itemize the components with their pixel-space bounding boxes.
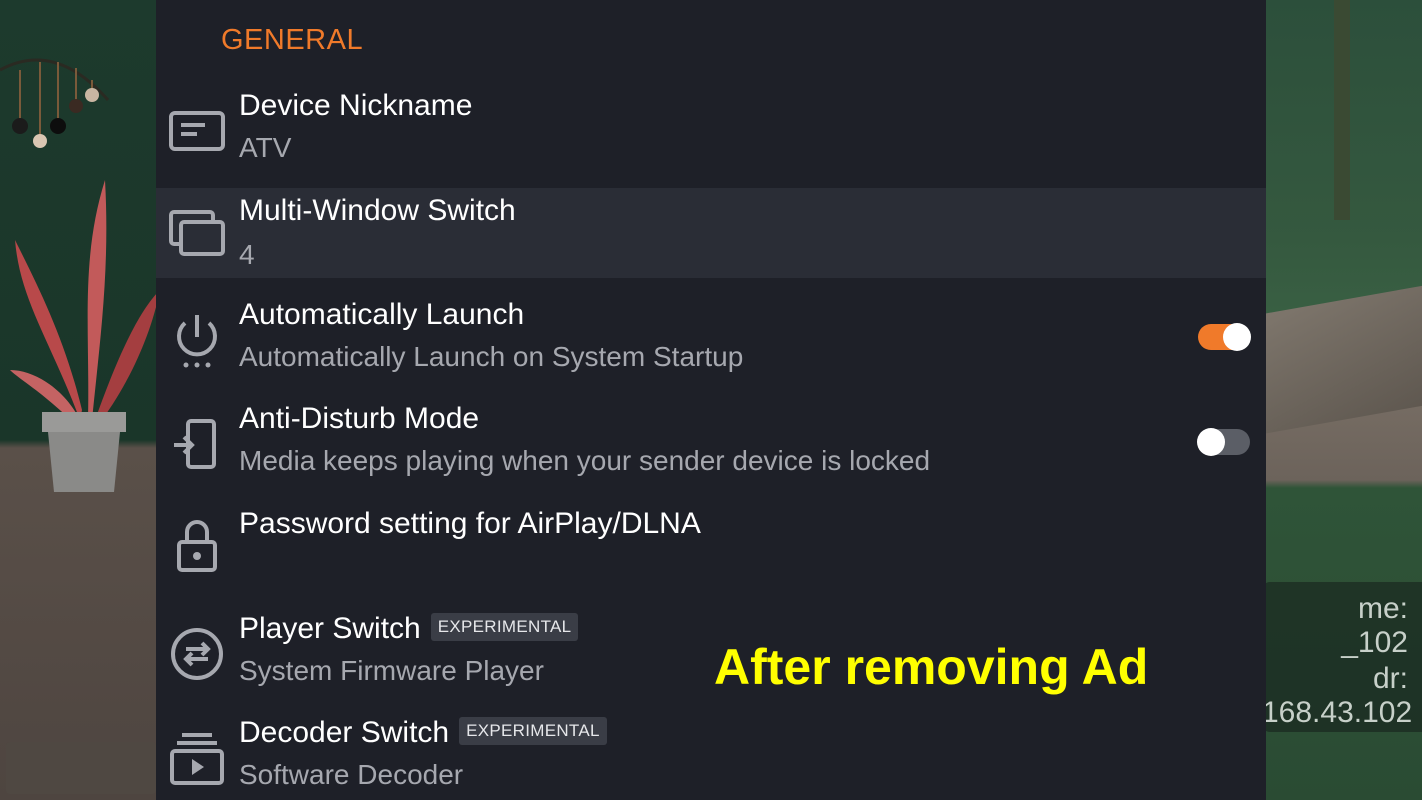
multi-window-icon [168,204,226,262]
experimental-badge: EXPERIMENTAL [459,717,607,746]
tree-trunk [1334,0,1350,220]
setting-multi-window-switch[interactable]: Multi-Window Switch 4 [156,188,1266,278]
setting-value: System Firmware Player [239,655,544,686]
setting-title-text: Decoder Switch [239,716,450,749]
phone-lock-icon [168,415,226,473]
anti-disturb-toggle[interactable] [1197,428,1250,456]
toggle-knob [1223,323,1251,351]
setting-title: Anti-Disturb Mode [239,402,480,435]
setting-title: Player Switch EXPERIMENTAL [239,612,579,646]
decoder-icon [168,729,226,787]
lock-icon [168,516,226,574]
setting-title: Password setting for AirPlay/DLNA [239,507,701,540]
setting-description: Media keeps playing when your sender dev… [239,445,931,476]
background-right: me: _102 dr: 168.43.102 [1262,0,1422,800]
overlay-caption: After removing Ad [714,639,1149,695]
setting-value: 4 [239,239,255,270]
setting-password-airplay-dlna[interactable]: Password setting for AirPlay/DLNA [156,502,1266,606]
experimental-badge: EXPERIMENTAL [430,613,579,642]
background-bar [6,742,156,794]
setting-title-text: Player Switch [239,612,421,645]
device-info-card: me: _102 dr: 168.43.102 [1262,582,1422,732]
setting-title: Multi-Window Switch [239,194,516,227]
info-line-3: dr: [1372,662,1408,695]
setting-value: ATV [239,132,292,163]
setting-decoder-switch[interactable]: Decoder Switch EXPERIMENTAL Software Deco… [156,711,1266,800]
setting-automatically-launch[interactable]: Automatically Launch Automatically Launc… [156,293,1266,397]
section-title: GENERAL [221,24,364,56]
info-line-1: me: [1357,592,1408,625]
power-icon [168,311,226,369]
wind-chime-illustration [0,58,110,148]
road-illustration [1262,285,1422,435]
setting-title: Automatically Launch [239,298,525,331]
auto-launch-toggle[interactable] [1198,323,1251,351]
setting-title: Decoder Switch EXPERIMENTAL [239,716,607,750]
setting-description: Automatically Launch on System Startup [239,341,744,372]
info-line-2: _102 [1341,626,1408,659]
swap-arrows-icon [168,625,226,683]
setting-value: Software Decoder [239,759,464,790]
toggle-knob [1197,428,1225,456]
setting-device-nickname[interactable]: Device Nickname ATV [156,84,1266,188]
setting-anti-disturb-mode[interactable]: Anti-Disturb Mode Media keeps playing wh… [156,397,1266,501]
setting-title: Device Nickname [239,89,473,122]
info-line-4: 168.43.102 [1262,696,1413,729]
background-left [0,0,160,800]
potted-plant-illustration [10,180,160,492]
device-card-icon [168,102,226,160]
